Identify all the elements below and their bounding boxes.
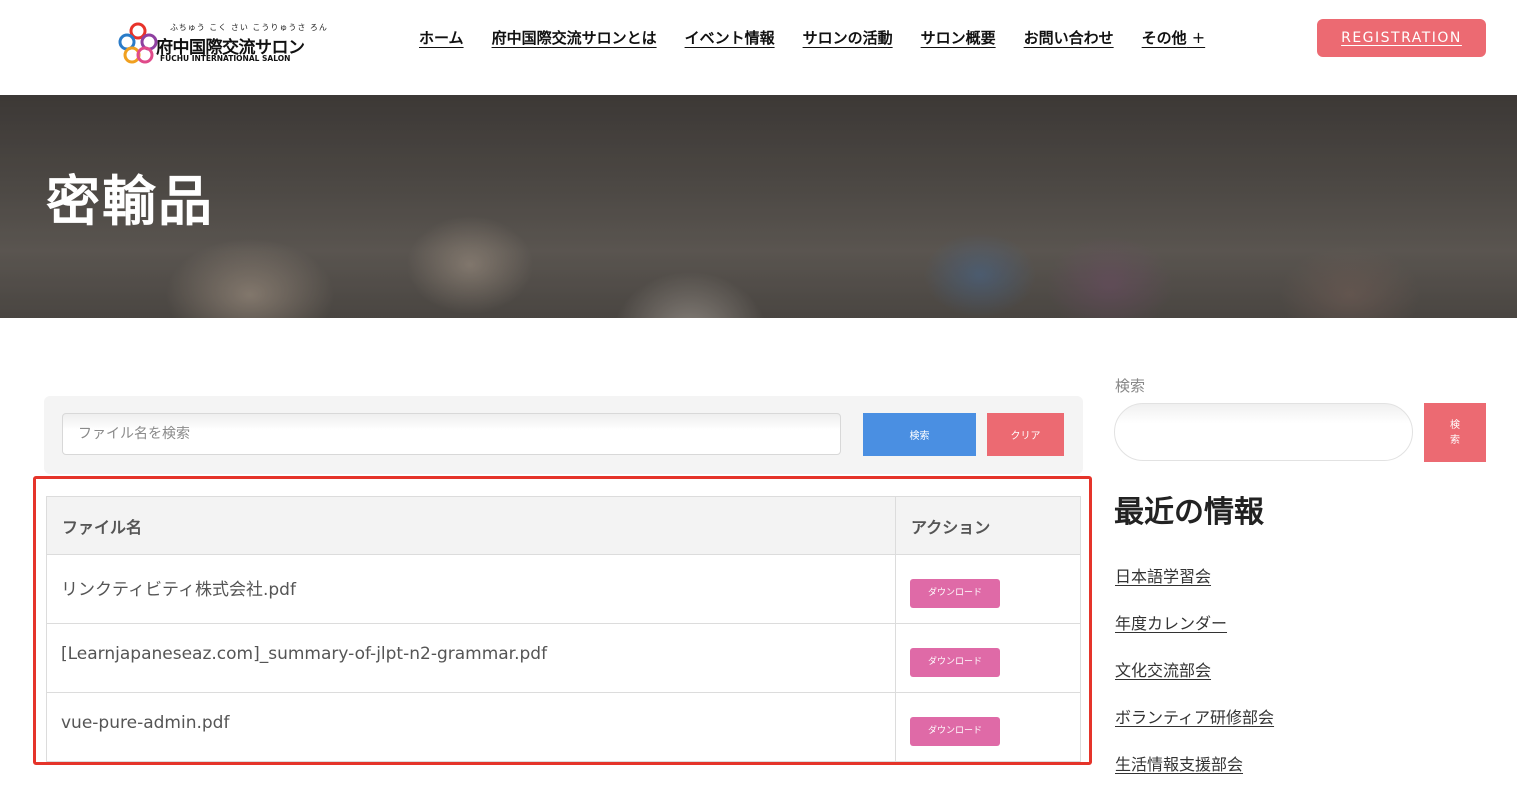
site-logo[interactable]: ふちゅう こく さい こうりゅうさ ろん 府中国際交流サロン FUCHU INT… [116,20,328,84]
table-row: リンクティビティ株式会社.pdf ダウンロード [46,554,1081,624]
sidebar-search-input[interactable] [1114,403,1413,461]
nav-other[interactable]: その他 [1142,27,1206,48]
sidebar-search-button[interactable]: 検索 [1424,403,1486,462]
column-header-action: アクション [895,496,1081,555]
sidebar-search-label: 検索 [1115,377,1146,395]
recent-item-annual-calendar[interactable]: 年度カレンダー [1115,610,1274,657]
nav-activities[interactable]: サロンの活動 [803,27,893,48]
recent-item-japanese-study[interactable]: 日本語学習会 [1115,563,1274,610]
table-header-row: ファイル名 アクション [46,496,1081,555]
recent-item-life-info-support[interactable]: 生活情報支援部会 [1115,751,1274,798]
recent-item-volunteer-training[interactable]: ボランティア研修部会 [1115,704,1274,751]
recent-item-cultural-exchange[interactable]: 文化交流部会 [1115,657,1274,704]
file-name: リンクティビティ株式会社.pdf [46,554,896,624]
file-search-input[interactable] [62,413,841,455]
sidebar-search-button-label: 検索 [1450,419,1460,446]
nav-about[interactable]: 府中国際交流サロンとは [492,27,657,48]
file-search-button[interactable]: 検索 [863,413,976,456]
table-row: vue-pure-admin.pdf ダウンロード [46,692,1081,762]
logo-flower-icon [118,22,158,64]
nav-home[interactable]: ホーム [419,27,464,48]
page-title: 密輸品 [46,170,214,233]
file-name: vue-pure-admin.pdf [46,692,896,762]
recent-info-list: 日本語学習会 年度カレンダー 文化交流部会 ボランティア研修部会 生活情報支援部… [1115,563,1274,798]
hero-overlay [0,95,1517,318]
action-cell: ダウンロード [895,692,1081,762]
file-table: ファイル名 アクション リンクティビティ株式会社.pdf ダウンロード [Lea… [46,496,1081,762]
action-cell: ダウンロード [895,623,1081,693]
site-header: ふちゅう こく さい こうりゅうさ ろん 府中国際交流サロン FUCHU INT… [0,0,1517,95]
nav-contact[interactable]: お問い合わせ [1024,27,1114,48]
action-cell: ダウンロード [895,554,1081,624]
download-button[interactable]: ダウンロード [910,579,1000,608]
nav-overview[interactable]: サロン概要 [921,27,996,48]
file-name: [Learnjapaneseaz.com]_summary-of-jlpt-n2… [46,623,896,693]
file-clear-button[interactable]: クリア [987,413,1064,456]
table-row: [Learnjapaneseaz.com]_summary-of-jlpt-n2… [46,623,1081,693]
logo-ruby-text: ふちゅう こく さい こうりゅうさ ろん [170,23,328,32]
nav-events[interactable]: イベント情報 [685,27,775,48]
download-button[interactable]: ダウンロード [910,648,1000,677]
logo-name-en: FUCHU INTERNATIONAL SALON [160,54,291,63]
recent-info-heading: 最近の情報 [1114,495,1264,530]
file-search-panel: 検索 クリア [44,396,1083,474]
hero-banner: 密輸品 [0,95,1517,318]
registration-button[interactable]: REGISTRATION [1317,19,1486,57]
main-nav: ホーム 府中国際交流サロンとは イベント情報 サロンの活動 サロン概要 お問い合… [405,25,1219,49]
column-header-filename: ファイル名 [46,496,896,555]
download-button[interactable]: ダウンロード [910,717,1000,746]
